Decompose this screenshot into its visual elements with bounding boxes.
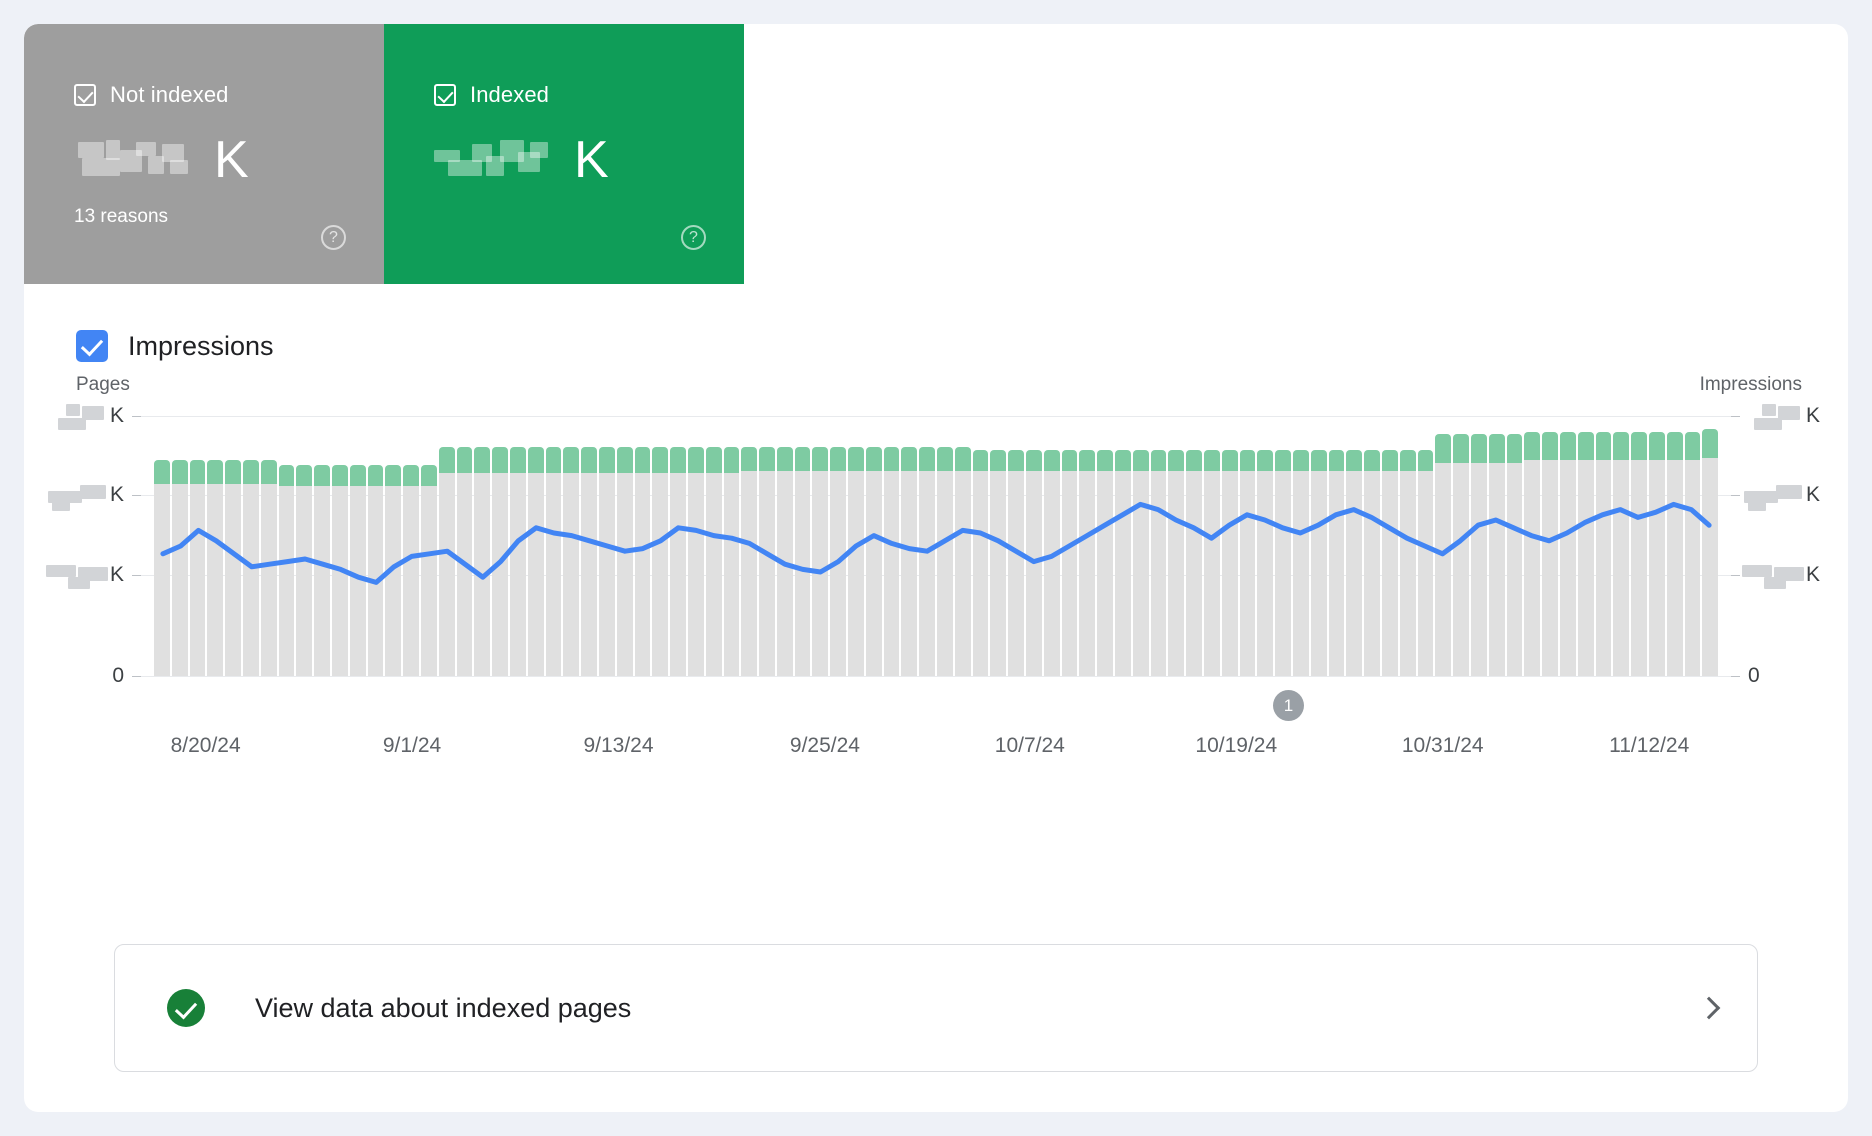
axis-tick: [132, 574, 141, 576]
y-axis-right-title: Impressions: [1699, 374, 1802, 395]
x-axis-label: 10/19/24: [1195, 734, 1278, 757]
y-axis-right-label: K: [1742, 563, 1820, 589]
indexing-chart: Pages Impressions K K K K K K 0 0 1 8/20/24 9/1/…: [24, 374, 1848, 794]
redacted-value-indexed: [434, 138, 574, 182]
y-axis-right-label: K: [1748, 404, 1820, 430]
x-axis-label: 10/7/24: [994, 734, 1065, 757]
summary-cards: Not indexed K 13 reasons ? Indexed K ?: [24, 24, 1848, 284]
x-axis-labels: 8/20/24 9/1/24 9/13/24 9/25/24 10/7/24 10/19/…: [154, 734, 1718, 764]
card-indexed-header: Indexed: [434, 82, 744, 108]
checkbox-indexed[interactable]: [434, 84, 456, 106]
indexing-report-panel: Not indexed K 13 reasons ? Indexed K ? I…: [24, 24, 1848, 1112]
x-axis-label: 9/13/24: [583, 734, 654, 757]
card-not-indexed-value: K: [74, 130, 384, 190]
axis-tick: [1731, 416, 1740, 417]
x-axis-label: 9/25/24: [789, 734, 860, 757]
y-axis-left-label: 0: [112, 664, 124, 687]
y-axis-left-title: Pages: [76, 374, 130, 395]
checkbox-not-indexed[interactable]: [74, 84, 96, 106]
x-axis-label: 11/12/24: [1609, 734, 1690, 757]
view-indexed-pages-card[interactable]: View data about indexed pages: [114, 944, 1758, 1072]
card-not-indexed-label: Not indexed: [110, 82, 229, 107]
annotation-badge[interactable]: 1: [1273, 690, 1304, 721]
checkbox-impressions[interactable]: [76, 330, 108, 362]
y-axis-right-label: 0: [1748, 664, 1760, 687]
card-not-indexed[interactable]: Not indexed K 13 reasons ?: [24, 24, 384, 284]
axis-tick: [1731, 676, 1740, 677]
card-indexed[interactable]: Indexed K ?: [384, 24, 744, 284]
help-icon-indexed[interactable]: ?: [681, 225, 706, 250]
help-icon-not-indexed[interactable]: ?: [321, 225, 346, 250]
gridline: [132, 676, 1740, 677]
x-axis-label: 10/31/24: [1401, 734, 1484, 757]
y-axis-left-label: K: [47, 483, 124, 512]
card-indexed-label: Indexed: [470, 82, 549, 107]
view-indexed-pages-label: View data about indexed pages: [255, 992, 632, 1023]
y-axis-left-label: K: [45, 563, 124, 589]
axis-tick: [132, 676, 141, 677]
axis-tick: [132, 495, 141, 497]
y-axis-left-label: K: [52, 404, 124, 430]
y-axis-right-label: K: [1744, 483, 1820, 512]
impressions-label: Impressions: [128, 330, 274, 361]
x-axis-label: 9/1/24: [382, 734, 442, 757]
redacted-value-not-indexed: [74, 138, 214, 182]
impressions-line: [154, 416, 1718, 676]
check-circle-icon: [167, 989, 205, 1027]
axis-tick: [1731, 574, 1740, 576]
chevron-right-icon[interactable]: [1697, 996, 1721, 1020]
card-not-indexed-header: Not indexed: [74, 82, 384, 108]
x-axis-label: 8/20/24: [170, 734, 241, 757]
card-indexed-unit: K: [574, 131, 609, 189]
axis-tick: [132, 416, 141, 417]
plot-area: K K K K K K 0 0: [45, 404, 1820, 687]
card-not-indexed-unit: K: [214, 131, 249, 189]
impressions-legend-row[interactable]: Impressions: [24, 284, 1848, 370]
axis-tick: [1731, 495, 1740, 497]
card-indexed-value: K: [434, 130, 744, 190]
